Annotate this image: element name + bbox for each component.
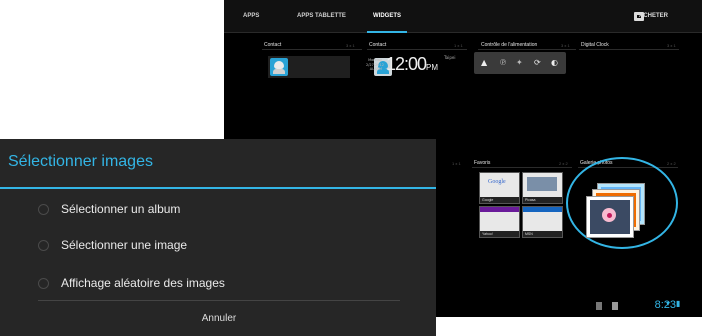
widget-size: 2 x 2 xyxy=(559,161,568,166)
widget-size: 2 x 2 xyxy=(667,161,676,166)
signal-icon: ▾ xyxy=(666,299,671,308)
store-button[interactable]: ACHETER xyxy=(639,0,668,32)
power-control-widget[interactable]: ▲ ℗ ✦ ⟳ ◐ xyxy=(474,52,566,74)
dialog-title-divider xyxy=(0,187,436,189)
radio-button[interactable] xyxy=(38,204,49,215)
bluetooth-icon: ℗ xyxy=(499,58,507,67)
option-random-images[interactable]: Affichage aléatoire des images xyxy=(0,268,436,298)
download-notification-icon[interactable] xyxy=(612,302,618,310)
tab-apps[interactable]: APPS xyxy=(243,0,259,32)
favorite-thumbnail[interactable]: MSN xyxy=(522,206,563,238)
wifi-icon: ▲ xyxy=(481,58,488,67)
widget-label: Digital Clock xyxy=(581,42,609,48)
widget-size: 3 x 1 xyxy=(346,43,355,48)
button-divider xyxy=(38,300,400,301)
option-select-image[interactable]: Sélectionner une image xyxy=(0,230,436,260)
contact-widget-icon[interactable] xyxy=(270,58,288,76)
option-select-album[interactable]: Sélectionner un album xyxy=(0,194,436,224)
option-label: Affichage aléatoire des images xyxy=(61,276,225,290)
favorite-thumbnail[interactable]: Picasa xyxy=(522,172,563,204)
tab-widgets[interactable]: WIDGETS xyxy=(367,0,407,33)
tab-bar: APPS APPS TABLETTE WIDGETS ACHETER xyxy=(224,0,702,33)
photo-gallery-icon[interactable] xyxy=(586,196,634,238)
favorites-widget[interactable]: Google Google Picasa Yahoo! MSN xyxy=(479,172,563,242)
widget-label: Contrôle de l'alimentation xyxy=(481,42,538,48)
battery-icon: ▮ xyxy=(676,299,681,308)
radio-button[interactable] xyxy=(38,278,49,289)
widget-label: Contact xyxy=(369,42,387,48)
brightness-icon: ◐ xyxy=(551,58,558,67)
sync-icon: ⟳ xyxy=(534,58,541,67)
widget-size: 3 x 1 xyxy=(667,43,676,48)
dialog-title: Sélectionner images xyxy=(8,153,153,170)
favorite-thumbnail[interactable]: Yahoo! xyxy=(479,206,520,238)
clock-time[interactable]: 12:00PM xyxy=(386,54,438,75)
active-tab-indicator xyxy=(367,31,407,33)
widget-label: Favoris xyxy=(474,160,491,166)
favorite-thumbnail[interactable]: Google Google xyxy=(479,172,520,204)
tab-apps-tablette[interactable]: APPS TABLETTE xyxy=(297,0,346,32)
widget-size: 1 x 1 xyxy=(452,161,461,166)
clock-city: Taipei xyxy=(444,55,456,60)
option-label: Sélectionner un album xyxy=(61,202,181,216)
cancel-button[interactable]: Annuler xyxy=(38,305,400,333)
widget-label: Contact xyxy=(264,42,282,48)
option-label: Sélectionner une image xyxy=(61,238,188,252)
widget-size: 3 x 1 xyxy=(561,43,570,48)
gps-icon: ✦ xyxy=(516,58,523,67)
widget-size: 1 x 1 xyxy=(454,43,463,48)
radio-button[interactable] xyxy=(38,240,49,251)
clock-date: Monday 2/27/2012 ALARM xyxy=(366,58,384,71)
gallery-notification-icon[interactable] xyxy=(596,302,602,310)
